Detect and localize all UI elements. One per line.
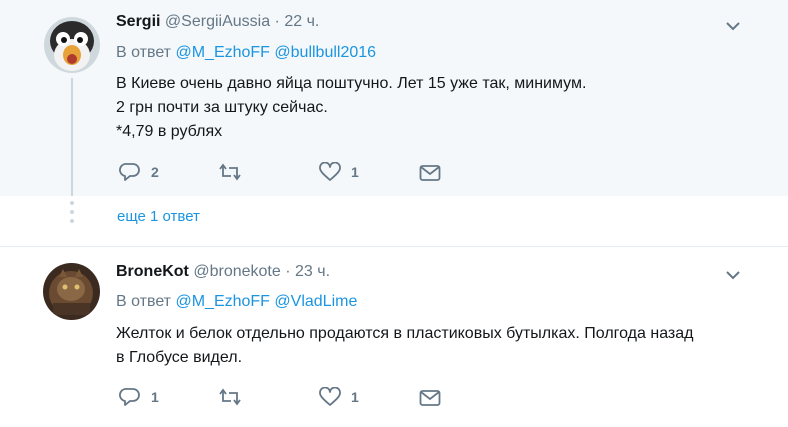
mention-link[interactable]: @bullbull2016 [274, 44, 376, 61]
avatar-image [43, 263, 100, 320]
heart-icon [319, 387, 341, 406]
tweet-text-line: в Глобусе видел. [116, 349, 243, 366]
thread-dot [70, 219, 74, 223]
tweet-text-line: Желток и белок отдельно продаются в плас… [116, 325, 694, 342]
thread-dot [70, 201, 74, 205]
direct-message-button[interactable] [419, 163, 441, 183]
like-button[interactable]: 1 [319, 387, 359, 407]
direct-message-button[interactable] [419, 388, 441, 408]
like-count: 1 [351, 389, 359, 405]
user-handle[interactable]: @SergiiAussia [165, 13, 270, 30]
replying-to: В ответ @M_EzhoFF @VladLime [116, 293, 357, 311]
tweet-text: Желток и белок отдельно продаются в плас… [116, 322, 693, 370]
reply-prefix: В ответ [116, 44, 172, 61]
reply-prefix: В ответ [116, 293, 172, 310]
like-count: 1 [351, 164, 359, 180]
separator: · [285, 263, 291, 280]
reply-count: 2 [151, 164, 159, 180]
retweet-icon [219, 388, 241, 406]
avatar-image [44, 17, 100, 73]
tweet-text-line: В Киеве очень давно яйца поштучно. Лет 1… [116, 75, 587, 92]
user-handle[interactable]: @bronekote [193, 263, 280, 280]
reply-icon [119, 163, 140, 181]
direct-message-icon [419, 165, 441, 181]
mention-link[interactable]: @M_EzhoFF [175, 44, 269, 61]
tweet-text-line: *4,79 в рублях [116, 123, 223, 140]
reply-count: 1 [151, 389, 159, 405]
retweet-button[interactable] [218, 162, 252, 182]
mention-link[interactable]: @VladLime [274, 293, 357, 310]
display-name[interactable]: BroneKot [116, 263, 189, 280]
thread-line [71, 78, 73, 196]
retweet-button[interactable] [218, 387, 252, 407]
display-name[interactable]: Sergii [116, 13, 160, 30]
direct-message-icon [419, 390, 441, 406]
avatar[interactable] [43, 263, 100, 320]
retweet-icon [219, 163, 241, 181]
thread-dot [70, 210, 74, 214]
tweet-text: В Киеве очень давно яйца поштучно. Лет 1… [116, 72, 586, 144]
timestamp[interactable]: 22 ч. [284, 13, 319, 30]
avatar[interactable] [44, 17, 100, 73]
reply-button[interactable]: 2 [119, 162, 159, 182]
reply-button[interactable]: 1 [119, 387, 159, 407]
separator: · [274, 13, 280, 30]
tweet-text-line: 2 грн почти за штуку сейчас. [116, 99, 328, 116]
show-more-replies[interactable]: еще 1 ответ [117, 208, 200, 225]
replying-to: В ответ @M_EzhoFF @bullbull2016 [116, 44, 376, 62]
reply-icon [119, 388, 140, 406]
chevron-down-icon[interactable] [725, 269, 741, 281]
timestamp[interactable]: 23 ч. [295, 263, 330, 280]
mention-link[interactable]: @M_EzhoFF [175, 293, 269, 310]
tweet-header: BroneKot @bronekote · 23 ч. [116, 263, 330, 281]
like-button[interactable]: 1 [319, 162, 359, 182]
divider [0, 246, 788, 247]
heart-icon [319, 162, 341, 181]
tweet-header: Sergii @SergiiAussia · 22 ч. [116, 13, 319, 31]
chevron-down-icon[interactable] [725, 20, 741, 32]
